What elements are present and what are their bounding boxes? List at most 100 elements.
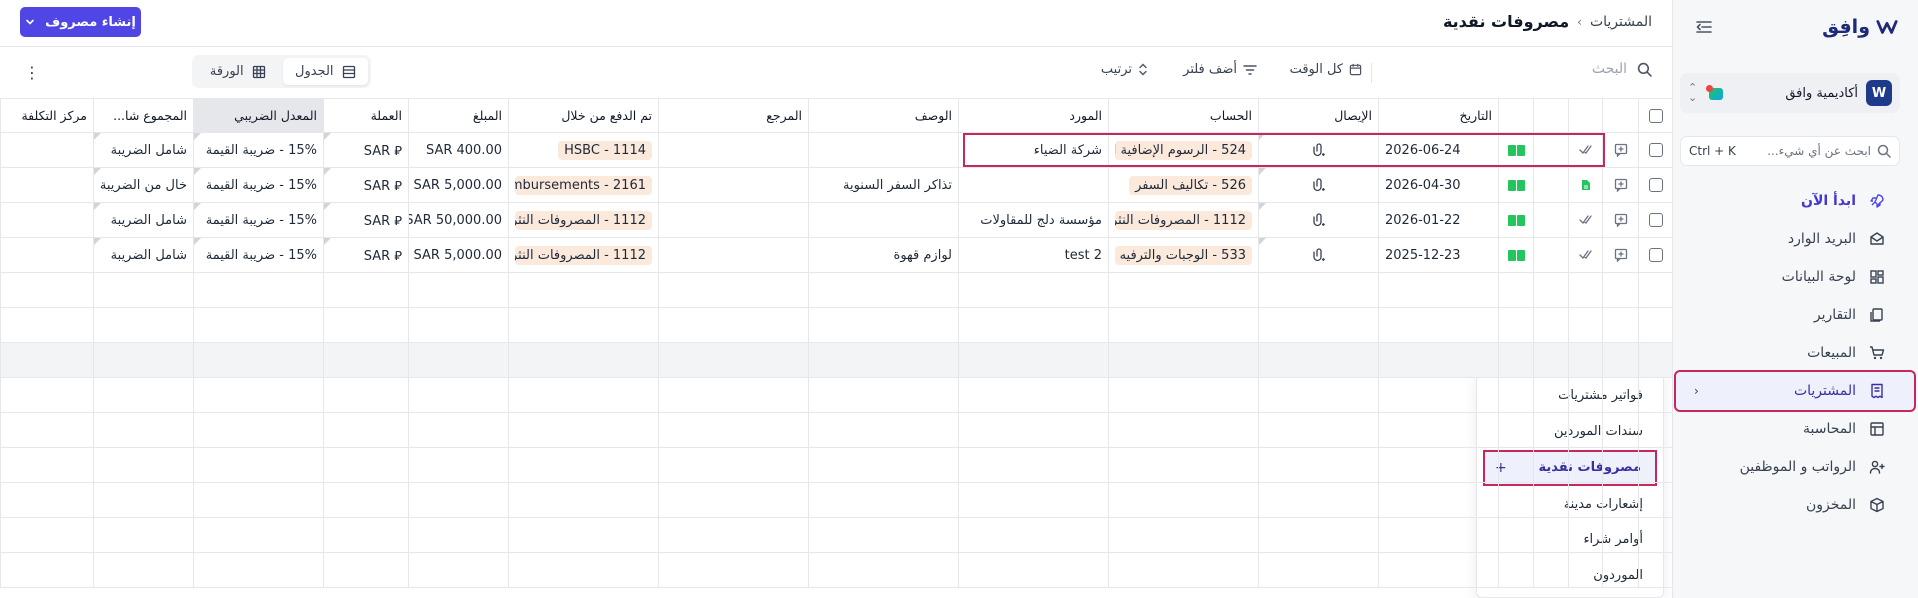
cell-account[interactable]: 524 - الرسوم الإضافية ا bbox=[1108, 133, 1258, 168]
open-book-icon[interactable] bbox=[1498, 203, 1533, 238]
cell-paid-through[interactable]: 2161 - Reimbursements bbox=[508, 168, 658, 203]
row-checkbox[interactable] bbox=[1638, 238, 1672, 273]
cell-total-incl[interactable]: شامل الضريبة bbox=[93, 203, 193, 238]
cell-account[interactable]: 533 - الوجبات والترفيه bbox=[1108, 238, 1258, 273]
cell-paid-through[interactable]: HSBC - 1114 bbox=[508, 133, 658, 168]
cell-cost-center[interactable] bbox=[0, 133, 93, 168]
add-comment-icon[interactable] bbox=[1602, 238, 1638, 273]
sidebar-search[interactable]: ابحث عن أي شيء... Ctrl + K bbox=[1680, 136, 1900, 166]
cell-total-incl[interactable]: خال من الضريبة bbox=[93, 168, 193, 203]
column-header-supplier[interactable]: المورد bbox=[958, 98, 1108, 133]
sort-button[interactable]: ترتيب bbox=[1101, 62, 1148, 77]
table-row[interactable]: 2025-12-23 533 - الوجبات والترفيه test 2… bbox=[0, 238, 1672, 273]
nav-item-dashboard[interactable]: لوحة البيانات bbox=[1672, 258, 1918, 296]
column-header-date[interactable]: التاريخ bbox=[1378, 98, 1498, 133]
add-comment-icon[interactable] bbox=[1602, 168, 1638, 203]
nav-item-sales[interactable]: المبيعات bbox=[1672, 334, 1918, 372]
column-header-tax-rate[interactable]: المعدل الضريبي bbox=[193, 98, 323, 133]
select-all-checkbox[interactable] bbox=[1638, 98, 1672, 133]
cell-supplier[interactable]: test 2 bbox=[958, 238, 1108, 273]
cell-description[interactable] bbox=[808, 133, 958, 168]
cell-description[interactable] bbox=[808, 203, 958, 238]
column-header-total-incl[interactable]: المجموع شا... bbox=[93, 98, 193, 133]
cell-amount[interactable]: SAR 5,000.00 bbox=[408, 238, 508, 273]
cell-reference[interactable] bbox=[658, 133, 808, 168]
cell-description[interactable]: لوازم قهوة bbox=[808, 238, 958, 273]
view-sheet-tab[interactable]: الورقة bbox=[195, 58, 281, 85]
column-header-cost-center[interactable]: مركز التكلفة bbox=[0, 98, 93, 133]
breadcrumb-parent[interactable]: المشتريات bbox=[1590, 14, 1652, 30]
cell-cost-center[interactable] bbox=[0, 203, 93, 238]
nav-item-payroll[interactable]: الرواتب و الموظفين bbox=[1672, 448, 1918, 486]
cell-tax-rate[interactable]: 15% - ضريبة القيمة bbox=[193, 203, 323, 238]
table-row[interactable]: 2026-04-30 526 - تكاليف السفر تذاكر السف… bbox=[0, 168, 1672, 203]
column-header-receipt[interactable]: الإيصال bbox=[1258, 98, 1378, 133]
view-table-tab[interactable]: الجدول bbox=[282, 58, 368, 85]
cell-currency[interactable]: SAR ⃁ bbox=[323, 203, 408, 238]
cell-currency[interactable]: SAR ⃁ bbox=[323, 133, 408, 168]
table-row[interactable]: 2026-01-22 1112 - المصروفات النثرية مؤسس… bbox=[0, 203, 1672, 238]
open-book-icon[interactable] bbox=[1498, 133, 1533, 168]
cell-tax-rate[interactable]: 15% - ضريبة القيمة bbox=[193, 168, 323, 203]
cell-total-incl[interactable]: شامل الضريبة bbox=[93, 238, 193, 273]
attach-receipt-icon[interactable] bbox=[1258, 168, 1378, 203]
cell-description[interactable]: تذاكر السفر السنوية bbox=[808, 168, 958, 203]
row-checkbox[interactable] bbox=[1638, 203, 1672, 238]
nav-item-inbox[interactable]: البريد الوارد bbox=[1672, 220, 1918, 258]
cell-date[interactable]: 2026-01-22 bbox=[1378, 203, 1498, 238]
column-header-reference[interactable]: المرجع bbox=[658, 98, 808, 133]
open-book-icon[interactable] bbox=[1498, 238, 1533, 273]
row-checkbox[interactable] bbox=[1638, 168, 1672, 203]
column-header-currency[interactable]: العملة bbox=[323, 98, 408, 133]
cell-account[interactable]: 526 - تكاليف السفر bbox=[1108, 168, 1258, 203]
cell-paid-through[interactable]: 1112 - المصروفات النثرية bbox=[508, 203, 658, 238]
create-expense-button[interactable]: إنشاء مصروف bbox=[20, 7, 141, 37]
column-header-paid-through[interactable]: تم الدفع من خلال bbox=[508, 98, 658, 133]
more-options-icon[interactable]: ⋮ bbox=[24, 63, 40, 82]
nav-item-accounting[interactable]: المحاسبة bbox=[1672, 410, 1918, 448]
cell-reference[interactable] bbox=[658, 168, 808, 203]
add-comment-icon[interactable] bbox=[1602, 133, 1638, 168]
nav-item-get-started[interactable]: ابدأ الآن bbox=[1672, 182, 1918, 220]
org-switcher[interactable]: W أكاديمية وافق ⌃ ⌄ bbox=[1680, 73, 1900, 113]
cell-supplier[interactable]: شركة الضياء bbox=[958, 133, 1108, 168]
cell-amount[interactable]: SAR 5,000.00 bbox=[408, 168, 508, 203]
cell-date[interactable]: 2025-12-23 bbox=[1378, 238, 1498, 273]
cell-paid-through[interactable]: 1112 - المصروفات النثرية bbox=[508, 238, 658, 273]
cell-total-incl[interactable]: شامل الضريبة bbox=[93, 133, 193, 168]
cell-tax-rate[interactable]: 15% - ضريبة القيمة bbox=[193, 238, 323, 273]
column-header-amount[interactable]: المبلغ bbox=[408, 98, 508, 133]
cell-amount[interactable]: SAR 50,000.00 bbox=[408, 203, 508, 238]
add-filter-button[interactable]: أضف فلتر bbox=[1183, 62, 1257, 77]
attach-receipt-icon[interactable] bbox=[1258, 203, 1378, 238]
time-filter-button[interactable]: كل الوقت bbox=[1290, 62, 1362, 77]
table-row[interactable]: 2026-06-24 524 - الرسوم الإضافية ا شركة … bbox=[0, 133, 1672, 168]
table-search[interactable]: البحث bbox=[1382, 61, 1652, 77]
cell-supplier[interactable] bbox=[958, 168, 1108, 203]
open-book-icon[interactable] bbox=[1498, 168, 1533, 203]
column-header-description[interactable]: الوصف bbox=[808, 98, 958, 133]
cell-date[interactable]: 2026-06-24 bbox=[1378, 133, 1498, 168]
cell-tax-rate[interactable]: 15% - ضريبة القيمة bbox=[193, 133, 323, 168]
cell-reference[interactable] bbox=[658, 203, 808, 238]
sidebar-collapse-icon[interactable] bbox=[1693, 16, 1715, 38]
row-checkbox[interactable] bbox=[1638, 133, 1672, 168]
cell-account[interactable]: 1112 - المصروفات النثرية bbox=[1108, 203, 1258, 238]
cell-currency[interactable]: SAR ⃁ bbox=[323, 238, 408, 273]
cell-amount[interactable]: SAR 400.00 bbox=[408, 133, 508, 168]
cell-supplier[interactable]: مؤسسة دلج للمقاولات bbox=[958, 203, 1108, 238]
attach-receipt-icon[interactable] bbox=[1258, 133, 1378, 168]
cell-date[interactable]: 2026-04-30 bbox=[1378, 168, 1498, 203]
cell-cost-center[interactable] bbox=[0, 168, 93, 203]
cell-cost-center[interactable] bbox=[0, 238, 93, 273]
nav-item-inventory[interactable]: المخزون bbox=[1672, 486, 1918, 524]
column-header-account[interactable]: الحساب bbox=[1108, 98, 1258, 133]
app-logo[interactable]: وافِق bbox=[1822, 16, 1898, 38]
cell-currency[interactable]: SAR ⃁ bbox=[323, 168, 408, 203]
nav-item-reports[interactable]: التقارير bbox=[1672, 296, 1918, 334]
empty-cell bbox=[508, 308, 658, 343]
cell-reference[interactable] bbox=[658, 238, 808, 273]
attach-receipt-icon[interactable] bbox=[1258, 238, 1378, 273]
add-comment-icon[interactable] bbox=[1602, 203, 1638, 238]
nav-item-purchases[interactable]: المشتريات ‹ bbox=[1674, 370, 1916, 412]
